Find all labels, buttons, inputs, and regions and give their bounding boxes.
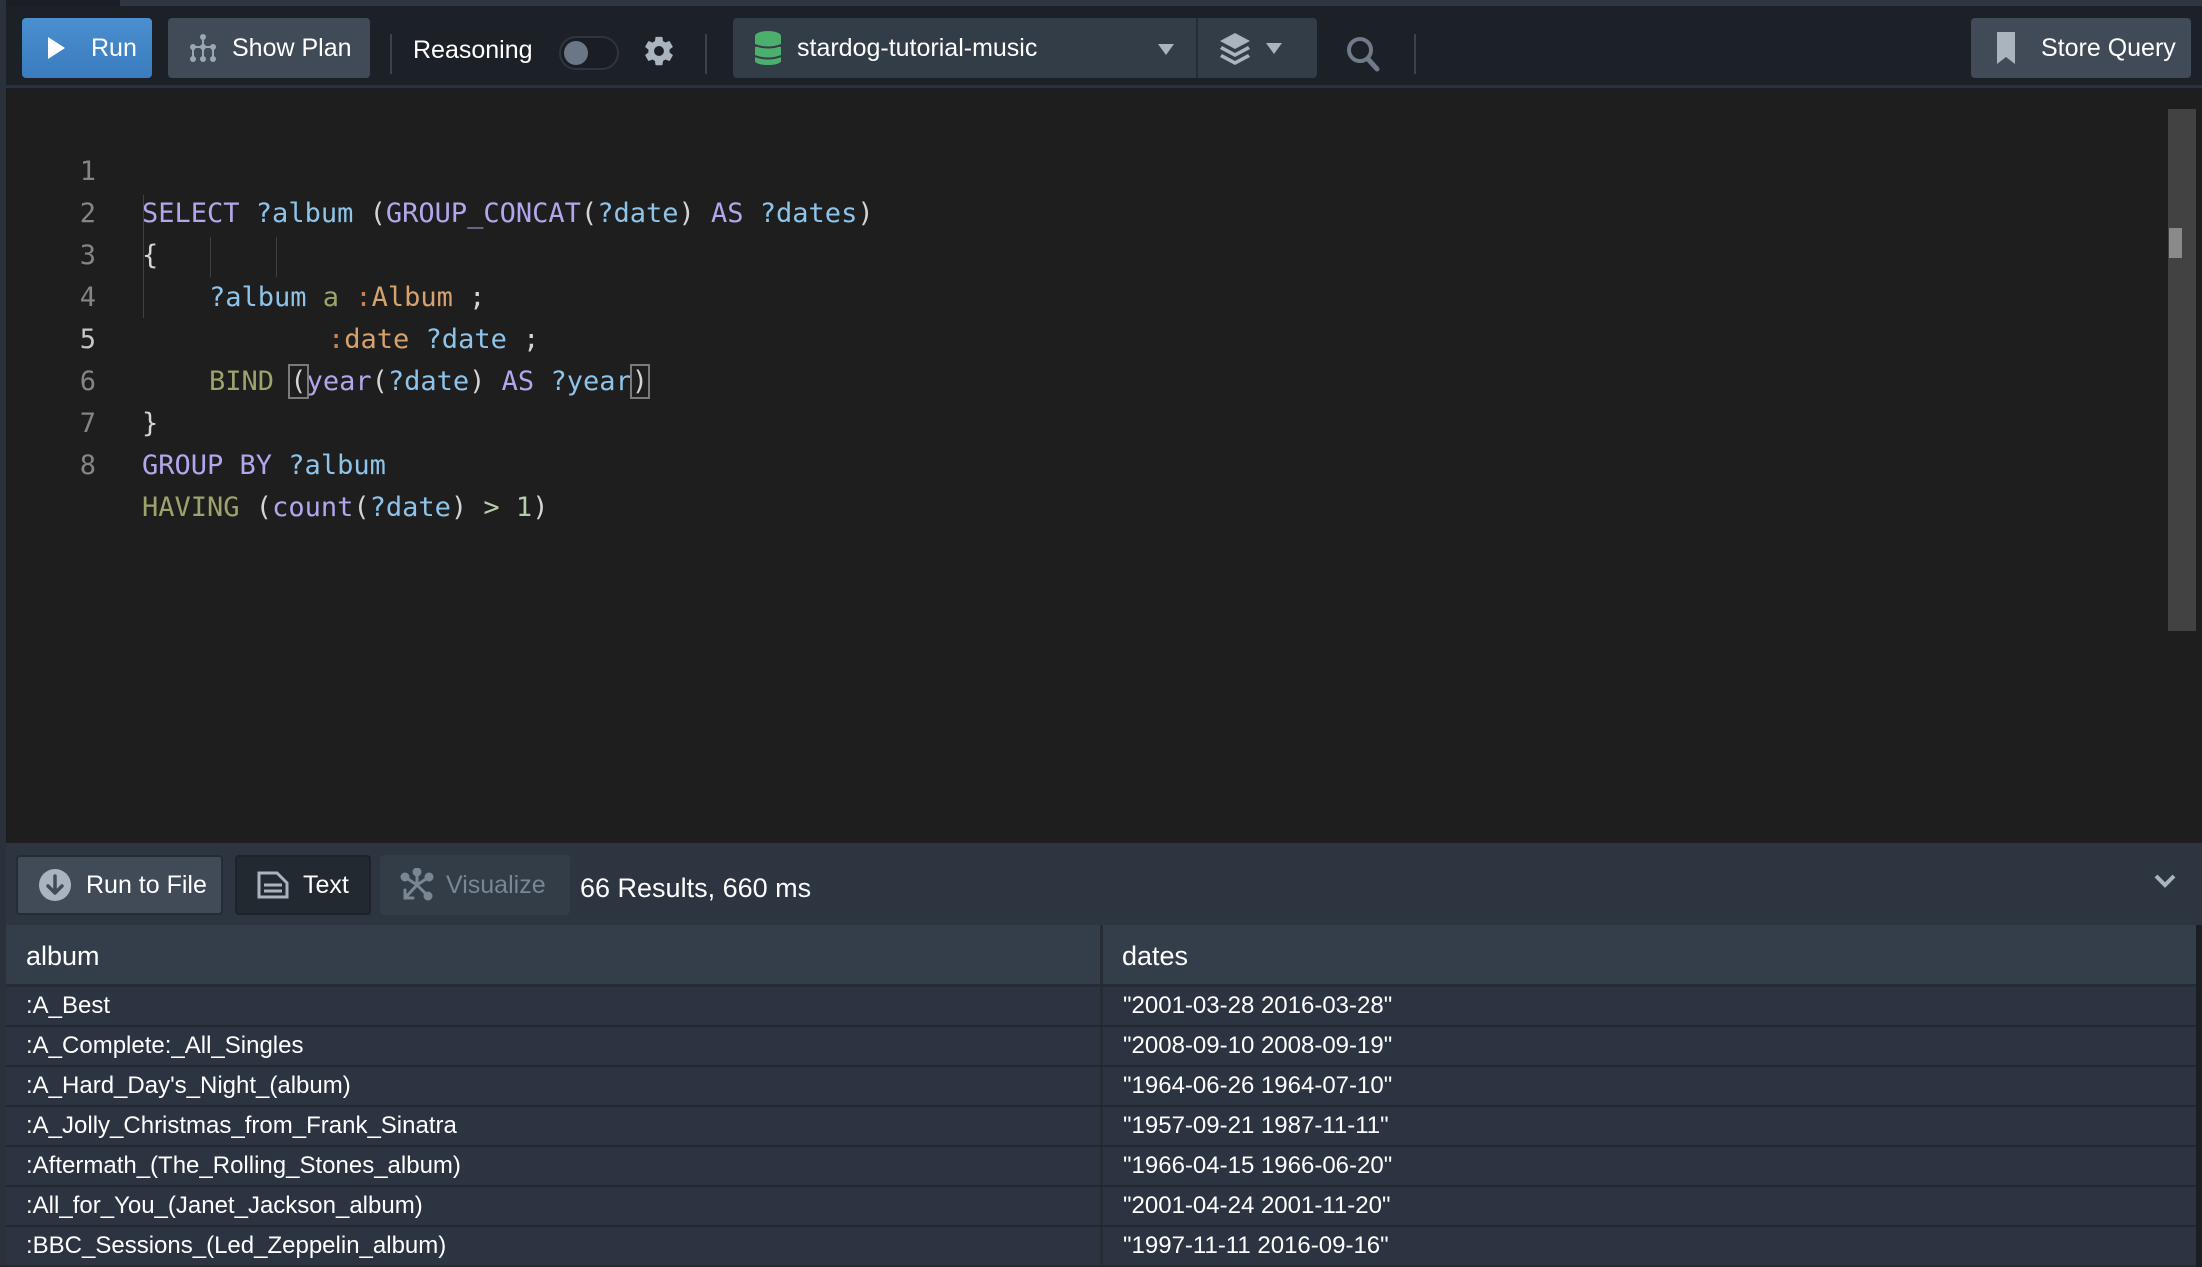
database-name: stardog-tutorial-music xyxy=(797,33,1038,62)
play-icon xyxy=(48,37,65,59)
indent-guide xyxy=(276,237,277,277)
run-to-file-label: Run to File xyxy=(86,870,207,899)
toggle-knob xyxy=(564,41,588,65)
column-header-album[interactable]: album xyxy=(6,925,1103,987)
download-icon xyxy=(39,869,71,901)
query-toolbar: Run Show Plan Reasoning stardog-tutorial… xyxy=(6,6,2202,88)
toolbar-divider xyxy=(390,34,392,74)
album-cell: :A_Jolly_Christmas_from_Frank_Sinatra xyxy=(6,1107,1103,1145)
code-line: 1 SELECT ?album (GROUP_CONCAT(?date) AS … xyxy=(6,109,874,229)
store-query-label: Store Query xyxy=(2041,33,2176,62)
show-plan-button[interactable]: Show Plan xyxy=(168,18,370,78)
namespace-dropdown[interactable] xyxy=(1198,18,1317,78)
reasoning-toggle[interactable] xyxy=(559,36,619,70)
bracket-match: ) xyxy=(629,364,651,399)
table-row[interactable]: :Aftermath_(The_Rolling_Stones_album) "19… xyxy=(6,1147,2196,1187)
gear-icon[interactable] xyxy=(642,34,676,68)
reasoning-label: Reasoning xyxy=(413,36,533,64)
column-header-dates[interactable]: dates xyxy=(1103,925,2196,987)
chevron-down-icon xyxy=(1158,44,1174,55)
visualize-label: Visualize xyxy=(446,870,546,899)
bracket-match: ( xyxy=(288,364,309,399)
visualize-button[interactable]: Visualize xyxy=(380,855,570,915)
album-cell: :A_Hard_Day's_Night_(album) xyxy=(6,1067,1103,1105)
dates-cell: "1964-06-26 1964-07-10" xyxy=(1123,1072,1393,1099)
text-view-button[interactable]: Text xyxy=(235,855,371,915)
results-toolbar: Run to File Text Visualize 66 Results, 6… xyxy=(6,843,2202,925)
plan-tree-icon xyxy=(190,34,216,62)
database-icon xyxy=(755,31,781,65)
album-cell: :Aftermath_(The_Rolling_Stones_album) xyxy=(6,1147,1103,1185)
table-row[interactable]: :BBC_Sessions_(Led_Zeppelin_album) "1997-… xyxy=(6,1227,2196,1267)
album-cell: :BBC_Sessions_(Led_Zeppelin_album) xyxy=(6,1227,1103,1265)
table-row[interactable]: :A_Jolly_Christmas_from_Frank_Sinatra "19… xyxy=(6,1107,2196,1147)
dates-cell: "1966-04-15 1966-06-20" xyxy=(1123,1152,1393,1179)
query-editor[interactable]: 1 SELECT ?album (GROUP_CONCAT(?date) AS … xyxy=(6,91,2202,843)
table-row[interactable]: :A_Hard_Day's_Night_(album) "1964-06-26 1… xyxy=(6,1067,2196,1107)
table-header: album dates xyxy=(6,925,2196,987)
dates-cell: "1997-11-11 2016-09-16" xyxy=(1123,1232,1389,1259)
search-icon[interactable] xyxy=(1346,36,1380,72)
table-row[interactable]: :All_for_You_(Janet_Jackson_album) "2001-… xyxy=(6,1187,2196,1227)
bookmark-icon xyxy=(1997,32,2015,64)
text-label: Text xyxy=(303,870,349,899)
album-cell: :A_Complete:_All_Singles xyxy=(6,1027,1103,1065)
results-table: album dates :A_Best "2001-03-28 2016-03-2… xyxy=(6,925,2196,1267)
layers-icon xyxy=(1220,33,1250,65)
scrollbar-thumb[interactable] xyxy=(2169,228,2182,258)
album-cell: :A_Best xyxy=(6,987,1103,1025)
store-query-button[interactable]: Store Query xyxy=(1971,18,2191,78)
run-label: Run xyxy=(91,33,137,62)
chevron-down-icon xyxy=(1266,42,1282,54)
database-dropdown[interactable]: stardog-tutorial-music xyxy=(733,18,1198,78)
dates-cell: "2001-04-24 2001-11-20" xyxy=(1123,1192,1391,1219)
dates-cell: "2008-09-10 2008-09-19" xyxy=(1123,1032,1393,1059)
show-plan-label: Show Plan xyxy=(232,33,352,62)
dates-cell: "2001-03-28 2016-03-28" xyxy=(1123,992,1393,1019)
document-text-icon xyxy=(257,871,289,899)
database-selector[interactable]: stardog-tutorial-music xyxy=(733,18,1317,78)
table-row[interactable]: :A_Best "2001-03-28 2016-03-28" xyxy=(6,987,2196,1027)
table-row[interactable]: :A_Complete:_All_Singles "2008-09-10 2008… xyxy=(6,1027,2196,1067)
code-line: 3 ?album a :Album ; xyxy=(6,193,486,313)
toolbar-divider xyxy=(705,34,707,74)
line-number: 8 xyxy=(79,450,96,481)
code-line: 6 } xyxy=(6,319,159,439)
indent-guide xyxy=(210,237,211,277)
code-line: 7 GROUP BY ?album xyxy=(6,361,386,481)
code-line: 8 HAVING (count(?date) > 1) xyxy=(6,403,549,523)
editor-scrollbar[interactable] xyxy=(2168,109,2196,631)
visualize-graph-icon xyxy=(400,868,434,901)
album-cell: :All_for_You_(Janet_Jackson_album) xyxy=(6,1187,1103,1225)
code-line: 4 :date ?date ; xyxy=(6,235,540,355)
code-line: 5 BIND (year(?date) AS ?year) xyxy=(6,277,651,399)
chevron-down-icon[interactable] xyxy=(2154,873,2176,889)
results-count: 66 Results, 660 ms xyxy=(580,873,812,903)
run-button[interactable]: Run xyxy=(22,18,152,78)
toolbar-divider xyxy=(1414,34,1416,74)
run-to-file-button[interactable]: Run to File xyxy=(16,855,223,915)
code-line: 2 { xyxy=(6,151,159,271)
indent-guide xyxy=(143,195,144,318)
dates-cell: "1957-09-21 1987-11-11" xyxy=(1123,1112,1389,1139)
